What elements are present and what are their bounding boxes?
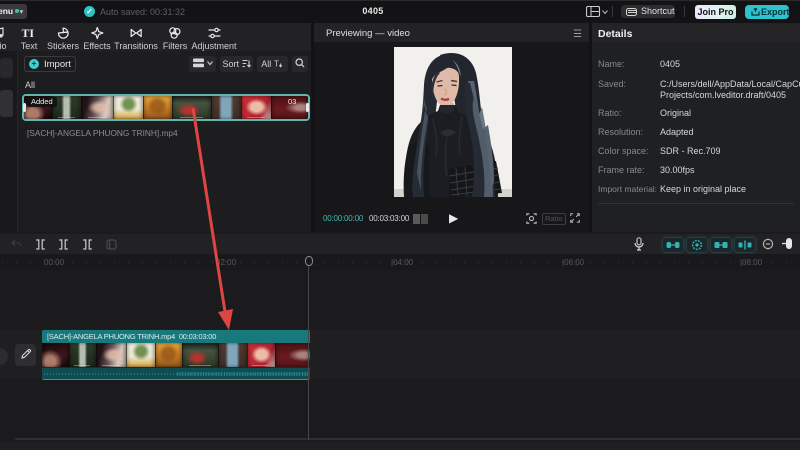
svg-text:T: T: [274, 60, 279, 69]
svg-text:TI: TI: [22, 26, 35, 40]
